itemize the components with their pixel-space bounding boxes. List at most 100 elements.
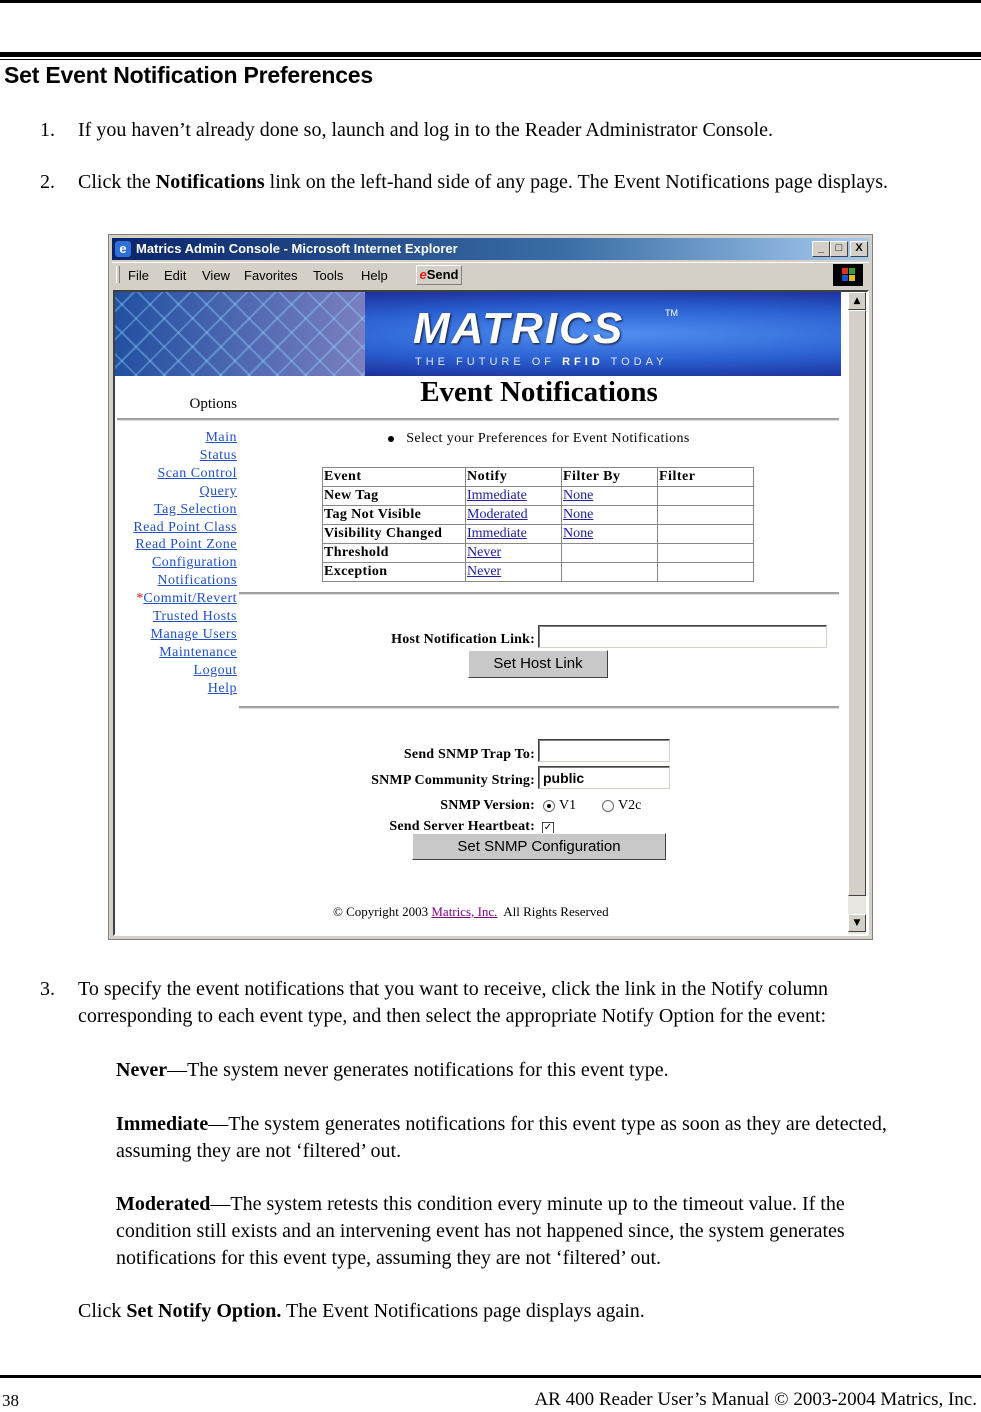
sidebar-item-maintenance[interactable]: Maintenance <box>115 644 237 662</box>
notify-link[interactable]: Immediate <box>467 488 527 503</box>
bullet-icon <box>388 435 395 442</box>
send-icon: e <box>419 267 427 282</box>
scroll-up-icon[interactable]: ▲ <box>848 292 866 310</box>
page-title: Event Notifications <box>420 376 658 408</box>
sidebar-item-commit-revert-row: *Commit/Revert <box>115 590 237 608</box>
option-desc: —The system retests this condition every… <box>210 1193 845 1215</box>
divider <box>239 592 839 595</box>
sidebar-item-read-point-zone[interactable]: Read Point Zone <box>115 536 237 554</box>
section-heading: Set Event Notification Preferences <box>4 62 373 88</box>
options-label: Options <box>189 396 237 412</box>
final-post: The Event Notifications page displays ag… <box>281 1300 645 1322</box>
step-3-text: To specify the event notifications that … <box>78 976 828 1030</box>
notify-cell: Moderated <box>465 505 562 525</box>
filter-cell <box>657 524 754 544</box>
step-number: 1. <box>40 119 55 141</box>
option-term: Never <box>116 1059 168 1081</box>
final-bold: Set Notify Option. <box>126 1300 282 1322</box>
table-row: Exception Never <box>322 562 754 582</box>
table-row: New Tag Immediate None <box>322 486 754 506</box>
filter-by-link[interactable]: None <box>563 507 593 522</box>
filter-by-link[interactable]: None <box>563 526 593 541</box>
filter-cell <box>657 562 754 582</box>
radio-v2c[interactable]: V2c <box>602 798 641 814</box>
divider <box>117 418 839 421</box>
close-button[interactable]: X <box>850 241 868 257</box>
notify-cell: Never <box>465 562 562 582</box>
table-header-row: Event Notify Filter By Filter <box>322 467 754 487</box>
vertical-scrollbar[interactable]: ▲ ▼ <box>848 292 866 934</box>
toolbar-grip <box>116 266 120 283</box>
host-link-input[interactable] <box>538 625 827 648</box>
tagline: THE FUTURE OF RFID TODAY <box>415 356 667 368</box>
event-name: Visibility Changed <box>322 524 466 544</box>
event-name: New Tag <box>322 486 466 506</box>
filter-by-cell <box>561 562 658 582</box>
radio-v1[interactable]: V1 <box>543 798 576 814</box>
page-viewport: MATRICS TM THE FUTURE OF RFID TODAY Opti… <box>113 290 869 936</box>
event-name: Tag Not Visible <box>322 505 466 525</box>
scroll-down-icon[interactable]: ▼ <box>848 914 866 932</box>
sidebar-item-configuration[interactable]: Configuration <box>115 554 237 572</box>
notify-link[interactable]: Never <box>467 564 501 579</box>
send-button[interactable]: eSend <box>416 265 462 285</box>
scroll-thumb[interactable] <box>848 310 866 896</box>
sidebar-item-status[interactable]: Status <box>115 447 237 465</box>
menu-help[interactable]: Help <box>361 268 388 283</box>
option-desc: —The system never generates notification… <box>167 1059 669 1081</box>
option-term: Immediate <box>116 1113 209 1135</box>
sidebar-item-trusted-hosts[interactable]: Trusted Hosts <box>115 608 237 626</box>
sidebar-item-logout[interactable]: Logout <box>115 662 237 680</box>
matrics-link[interactable]: Matrics, Inc. <box>431 904 497 919</box>
sidebar-item-read-point-class[interactable]: Read Point Class <box>115 519 237 537</box>
sidebar-item-scan-control[interactable]: Scan Control <box>115 465 237 483</box>
header-notify: Notify <box>465 467 562 487</box>
maximize-button[interactable]: □ <box>830 241 848 257</box>
step-3-line-2: corresponding to each event type, and th… <box>78 1005 827 1027</box>
snmp-trap-label: Send SNMP Trap To: <box>403 747 535 762</box>
radio-icon-selected <box>543 799 555 812</box>
top-rule <box>0 0 981 3</box>
section-rule <box>0 52 981 57</box>
sidebar-item-commit-revert[interactable]: Commit/Revert <box>143 591 237 606</box>
minimize-button[interactable]: _ <box>812 241 830 257</box>
step-3: 3. <box>40 976 55 1003</box>
menu-tools[interactable]: Tools <box>313 268 343 283</box>
menu-edit[interactable]: Edit <box>164 268 186 283</box>
sidebar-item-tag-selection[interactable]: Tag Selection <box>115 501 237 519</box>
copyright-pre: © Copyright 2003 <box>333 904 432 919</box>
snmp-community-label: SNMP Community String: <box>371 773 535 788</box>
browser-window: e Matrics Admin Console - Microsoft Inte… <box>108 234 873 940</box>
snmp-version-label: SNMP Version: <box>440 798 535 813</box>
snmp-community-input[interactable] <box>538 766 670 789</box>
menu-view[interactable]: View <box>202 268 230 283</box>
filter-by-link[interactable]: None <box>563 488 593 503</box>
notify-link[interactable]: Never <box>467 545 501 560</box>
notify-cell: Never <box>465 543 562 563</box>
set-snmp-configuration-button[interactable]: Set SNMP Configuration <box>412 833 666 860</box>
radio-v2c-label: V2c <box>618 798 642 813</box>
option-desc-cont: condition still exists and an intervenin… <box>116 1220 845 1242</box>
sidebar-item-notifications[interactable]: Notifications <box>115 572 237 590</box>
globe-graphic <box>115 292 365 376</box>
table-row: Visibility Changed Immediate None <box>322 524 754 544</box>
menu-favorites[interactable]: Favorites <box>244 268 297 283</box>
set-host-link-button[interactable]: Set Host Link <box>468 650 608 678</box>
sidebar-item-help[interactable]: Help <box>115 680 237 698</box>
sidebar-item-main[interactable]: Main <box>115 429 237 447</box>
window-title: Matrics Admin Console - Microsoft Intern… <box>136 241 458 256</box>
step-text: Click the Notifications link on the left… <box>78 169 888 196</box>
filter-by-cell <box>561 543 658 563</box>
sidebar-item-query[interactable]: Query <box>115 483 237 501</box>
option-desc-cont: assuming they are not ‘filtered’ out. <box>116 1140 402 1162</box>
filter-by-cell: None <box>561 486 658 506</box>
notify-cell: Immediate <box>465 486 562 506</box>
footer-title: AR 400 Reader User’s Manual © 2003-2004 … <box>534 1389 977 1410</box>
notify-link[interactable]: Immediate <box>467 526 527 541</box>
sidebar-item-manage-users[interactable]: Manage Users <box>115 626 237 644</box>
event-name: Exception <box>322 562 466 582</box>
menu-file[interactable]: File <box>128 268 149 283</box>
snmp-trap-input[interactable] <box>538 739 670 762</box>
radio-v1-label: V1 <box>559 798 577 813</box>
notify-link[interactable]: Moderated <box>467 507 528 522</box>
